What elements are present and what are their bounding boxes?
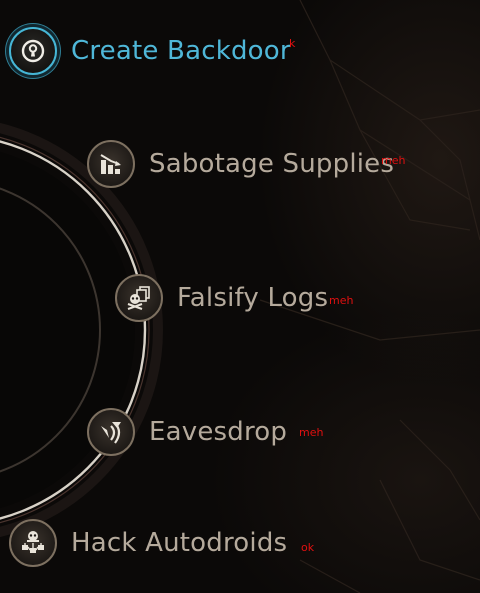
menu-item-eavesdrop[interactable]: Eavesdrop [87,408,287,456]
annotation-note: k [289,37,296,50]
keyhole-icon-button[interactable] [9,27,57,75]
menu-item-sabotage-supplies[interactable]: Sabotage Supplies [87,140,394,188]
declining-chart-icon [100,154,121,174]
menu-item-label: Hack Autodroids [71,528,288,558]
menu-item-hack-autodroids[interactable]: Hack Autodroids [9,519,287,567]
keyhole-icon [21,39,45,63]
menu-item-label: Create Backdoor [71,36,291,66]
menu-item-falsify-logs[interactable]: Falsify Logs [115,274,328,322]
signal-listen-icon [101,422,121,444]
annotation-note: meh [299,426,324,439]
menu-item-label: Sabotage Supplies [149,149,395,179]
skull-documents-icon-button[interactable] [115,274,163,322]
annotation-note: ok [301,541,315,554]
skull-circuit-icon [22,531,44,553]
annotation-note: meh [329,294,354,307]
skull-crossbones-documents-icon [127,286,150,310]
declining-chart-icon-button[interactable] [87,140,135,188]
radial-action-menu: Create Backdoor k Sabotage Supplies meh [0,0,480,593]
annotation-note: meh [381,154,406,167]
skull-circuit-icon-button[interactable] [9,519,57,567]
signal-listen-icon-button[interactable] [87,408,135,456]
menu-item-create-backdoor[interactable]: Create Backdoor [9,27,291,75]
menu-item-label: Eavesdrop [149,417,288,447]
menu-item-label: Falsify Logs [177,283,329,313]
